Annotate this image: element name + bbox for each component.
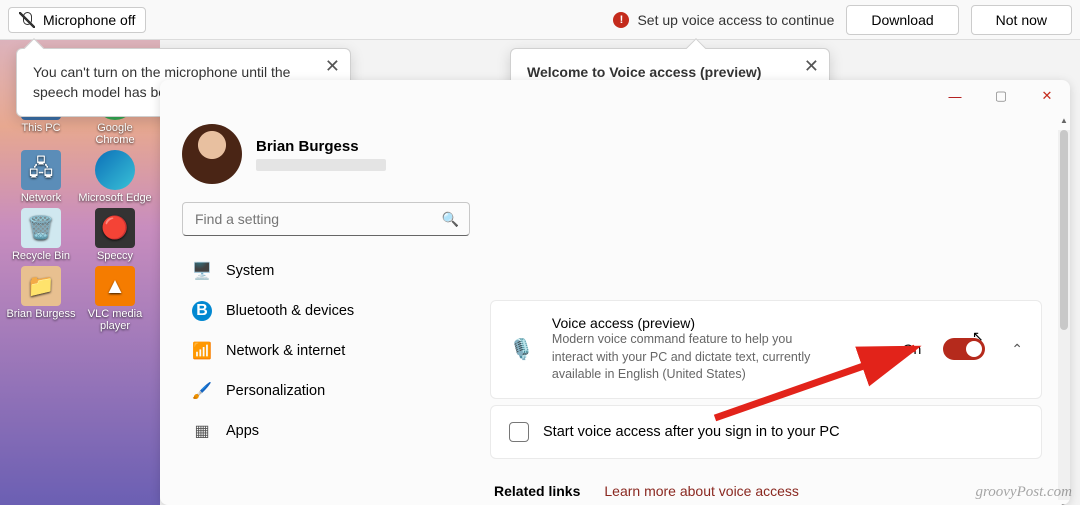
maximize-button[interactable]: ▢ (978, 80, 1024, 112)
settings-window: — ▢ ✕ ▲ ▼ Brian Burgess 🔍 🖥️SystemBBluet… (160, 80, 1070, 505)
autostart-label: Start voice access after you sign in to … (543, 424, 840, 440)
sidebar-item-bluetooth-devices[interactable]: B Bluetooth & devices (182, 292, 470, 330)
minimize-button[interactable]: — (932, 80, 978, 112)
voice-access-icon: 🎙️ (509, 337, 534, 362)
nav-icon: 📶 (192, 341, 212, 361)
search-box[interactable]: 🔍 (182, 202, 470, 236)
autostart-checkbox[interactable] (509, 422, 529, 442)
mic-status-label: Microphone off (43, 12, 135, 28)
account-header[interactable]: Brian Burgess (182, 124, 470, 184)
nav-icon: ▦ (192, 421, 212, 441)
autostart-card[interactable]: Start voice access after you sign in to … (490, 405, 1042, 459)
voice-access-desc: Modern voice command feature to help you… (552, 331, 822, 384)
setup-banner: ! Set up voice access to continue (613, 12, 834, 28)
search-input[interactable] (193, 210, 442, 228)
sidebar-item-network-internet[interactable]: 📶 Network & internet (182, 332, 470, 370)
voice-access-toggle[interactable] (943, 338, 985, 360)
watermark: groovyPost.com (975, 484, 1072, 501)
sidebar-item-system[interactable]: 🖥️ System (182, 252, 470, 290)
nav-label: Bluetooth & devices (226, 303, 354, 319)
download-button[interactable]: Download (846, 5, 958, 35)
voice-access-card[interactable]: 🎙️ Voice access (preview) Modern voice c… (490, 300, 1042, 399)
close-icon[interactable]: ✕ (325, 57, 340, 75)
close-window-button[interactable]: ✕ (1024, 80, 1070, 112)
error-icon: ! (613, 12, 629, 28)
sidebar-item-personalization[interactable]: 🖌️ Personalization (182, 372, 470, 410)
related-links-label: Related links (494, 483, 580, 499)
voice-access-title: Voice access (preview) (552, 315, 885, 331)
microphone-off-icon (19, 12, 35, 28)
chevron-up-icon[interactable]: ⌃ (1011, 341, 1023, 358)
nav-label: Network & internet (226, 343, 345, 359)
nav-label: System (226, 263, 274, 279)
settings-sidebar: Brian Burgess 🔍 🖥️ System B Bluetooth & dev… (160, 114, 490, 505)
not-now-button[interactable]: Not now (971, 5, 1072, 35)
nav-icon: 🖥️ (192, 261, 212, 281)
toggle-state-label: On (903, 341, 922, 357)
nav-label: Apps (226, 423, 259, 439)
nav-icon: B (192, 301, 212, 321)
desktop-icon-vlc[interactable]: ▲VLC media player (78, 266, 152, 332)
desktop-icon-network[interactable]: 🖧Network (4, 150, 78, 204)
voice-access-topbar: Microphone off ! Set up voice access to … (0, 0, 1080, 40)
settings-nav: 🖥️ System B Bluetooth & devices 📶 Network & i… (182, 252, 470, 450)
settings-main-panel: 🎙️ Voice access (preview) Modern voice c… (490, 114, 1070, 505)
account-email-redacted (256, 159, 386, 171)
link-learn-more-voice-access[interactable]: Learn more about voice access (604, 483, 799, 499)
banner-text: Set up voice access to continue (637, 12, 834, 28)
desktop-icon-recycle-bin[interactable]: 🗑️Recycle Bin (4, 208, 78, 262)
mic-status-chip[interactable]: Microphone off (8, 7, 146, 33)
nav-label: Personalization (226, 383, 325, 399)
desktop-icon-speccy[interactable]: 🔴Speccy (78, 208, 152, 262)
avatar (182, 124, 242, 184)
window-controls: — ▢ ✕ (932, 80, 1070, 112)
desktop-icon-user-folder[interactable]: 📁Brian Burgess (4, 266, 78, 332)
account-name: Brian Burgess (256, 138, 386, 155)
nav-icon: 🖌️ (192, 381, 212, 401)
close-icon[interactable]: ✕ (804, 57, 819, 75)
search-icon: 🔍 (442, 211, 459, 228)
sidebar-item-apps[interactable]: ▦ Apps (182, 412, 470, 450)
desktop-icon-edge[interactable]: Microsoft Edge (78, 150, 152, 204)
related-links-row: Related links Learn more about voice acc… (490, 469, 1042, 505)
